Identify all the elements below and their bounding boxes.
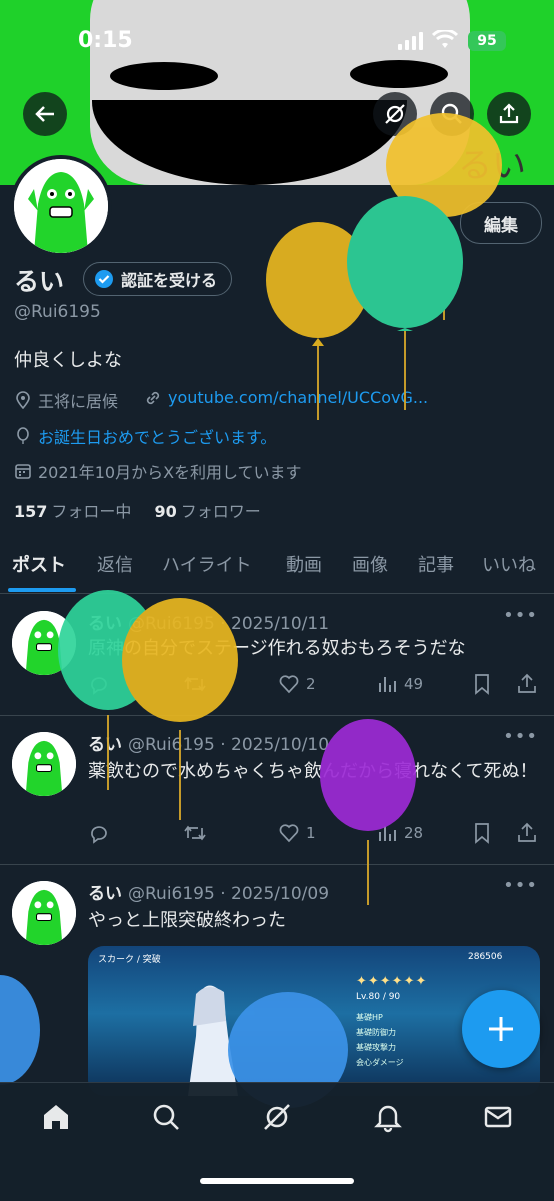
- plus-icon: [489, 1017, 513, 1041]
- grok-icon[interactable]: [261, 1101, 293, 1133]
- compose-post-button[interactable]: [462, 990, 540, 1068]
- home-icon[interactable]: [40, 1101, 72, 1133]
- notifications-bell-icon[interactable]: [372, 1101, 404, 1133]
- home-indicator: [200, 1178, 354, 1184]
- explore-search-icon[interactable]: [150, 1101, 182, 1133]
- messages-envelope-icon[interactable]: [482, 1101, 514, 1133]
